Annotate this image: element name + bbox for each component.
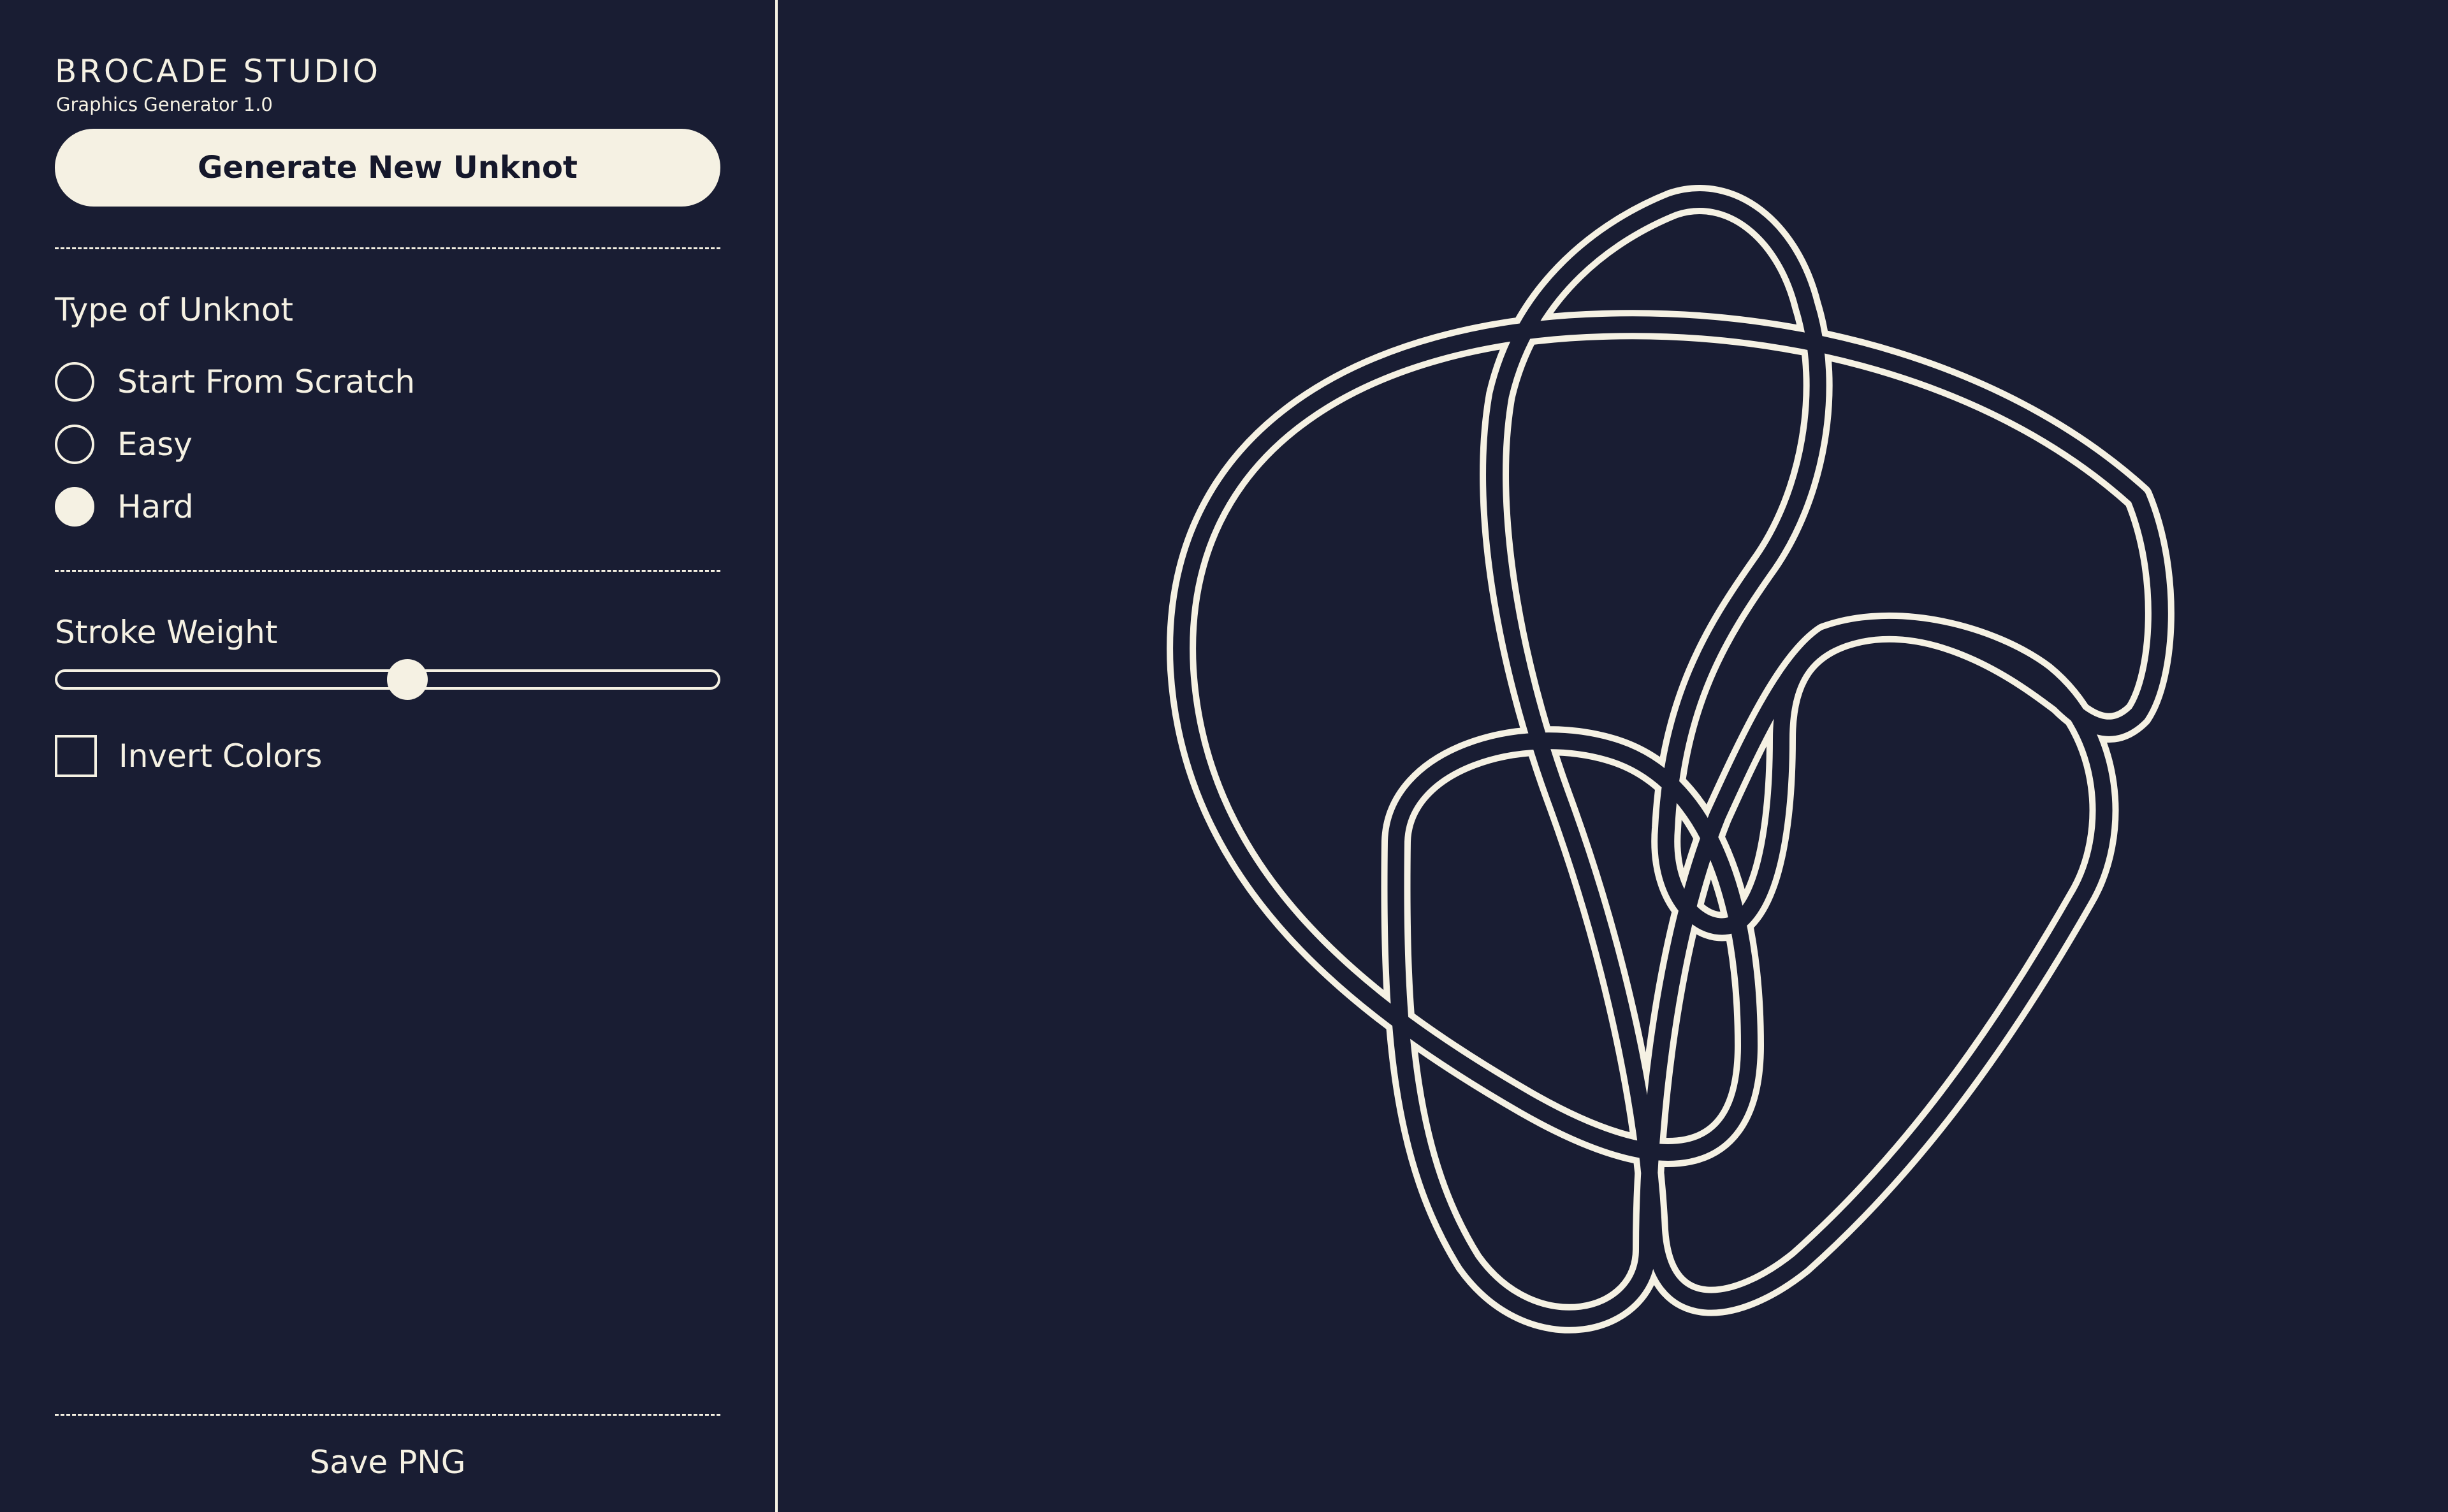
radio-option-easy[interactable]: Easy: [55, 422, 193, 467]
invert-colors-label: Invert Colors: [119, 738, 323, 774]
invert-colors-option[interactable]: Invert Colors: [55, 734, 322, 778]
app-window: BROCADE STUDIO Graphics Generator 1.0 Ge…: [0, 0, 2448, 1512]
unknot-artwork: [1167, 185, 2175, 1334]
divider: [55, 1414, 720, 1416]
stroke-weight-label: Stroke Weight: [55, 614, 278, 651]
radio-option-hard[interactable]: Hard: [55, 484, 194, 529]
stroke-weight-slider[interactable]: [55, 659, 720, 700]
control-panel: BROCADE STUDIO Graphics Generator 1.0 Ge…: [0, 0, 778, 1512]
radio-option-start-from-scratch[interactable]: Start From Scratch: [55, 360, 415, 404]
artwork-canvas: [780, 0, 2448, 1512]
radio-button[interactable]: [55, 487, 94, 527]
brand-title: BROCADE STUDIO: [55, 53, 381, 90]
brand-subtitle: Graphics Generator 1.0: [56, 94, 273, 115]
radio-button[interactable]: [55, 362, 94, 402]
generate-unknot-button[interactable]: Generate New Unknot: [55, 129, 720, 207]
radio-label: Hard: [117, 488, 194, 525]
unknot-strand: [1167, 185, 2175, 1334]
divider: [55, 570, 720, 572]
unknot-type-label: Type of Unknot: [55, 291, 293, 328]
radio-button[interactable]: [55, 425, 94, 464]
radio-label: Easy: [117, 426, 193, 463]
invert-colors-checkbox[interactable]: [55, 735, 97, 777]
save-png-button[interactable]: Save PNG: [55, 1441, 720, 1484]
radio-label: Start From Scratch: [117, 363, 416, 400]
divider: [55, 247, 720, 249]
slider-thumb[interactable]: [387, 659, 428, 700]
